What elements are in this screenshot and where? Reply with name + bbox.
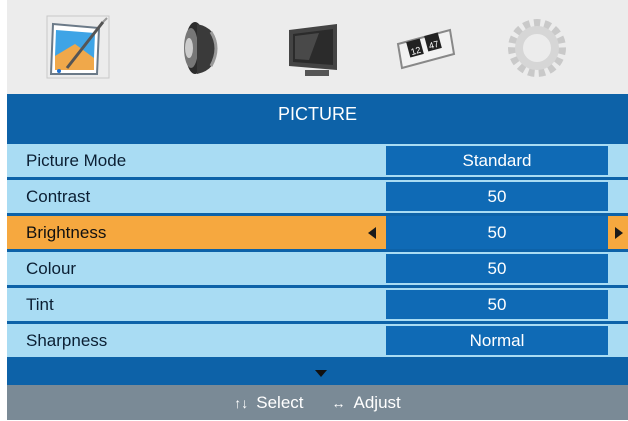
row-value[interactable]: 50 bbox=[386, 216, 608, 249]
setup-tab[interactable] bbox=[502, 14, 572, 82]
key-hint-bar: ↑↓ Select ↔ Adjust bbox=[7, 385, 628, 420]
picture-tab[interactable] bbox=[45, 14, 115, 82]
screen-tab[interactable] bbox=[279, 14, 349, 82]
row-label: Picture Mode bbox=[26, 151, 127, 170]
menu-title: PICTURE bbox=[7, 94, 628, 138]
row-value[interactable]: 50 bbox=[386, 254, 608, 283]
increase-arrow-icon[interactable] bbox=[615, 227, 623, 239]
time-tab[interactable]: 12 47 bbox=[392, 14, 462, 82]
row-value[interactable]: Standard bbox=[386, 146, 608, 175]
row-label: Tint bbox=[26, 295, 54, 314]
tv-osd-menu: 12 47 PICTURE Picture Mode Standard Cont… bbox=[7, 0, 628, 420]
sound-tab[interactable] bbox=[167, 14, 237, 82]
speaker-icon bbox=[184, 22, 218, 74]
row-label: Contrast bbox=[26, 187, 91, 206]
menu-row-contrast[interactable]: Contrast 50 bbox=[7, 180, 628, 213]
row-label: Brightness bbox=[26, 223, 107, 242]
row-value[interactable]: 50 bbox=[386, 290, 608, 319]
scroll-down-icon[interactable] bbox=[315, 370, 327, 377]
menu-row-picture-mode[interactable]: Picture Mode Standard bbox=[7, 144, 628, 177]
gear-icon bbox=[508, 19, 566, 77]
updown-arrows-icon: ↑↓ bbox=[234, 395, 249, 411]
select-hint: Select bbox=[256, 393, 304, 412]
leftright-arrows-icon: ↔ bbox=[331, 395, 346, 411]
menu-row-brightness[interactable]: Brightness 50 bbox=[7, 216, 628, 249]
menu-row-tint[interactable]: Tint 50 bbox=[7, 288, 628, 321]
menu-row-colour[interactable]: Colour 50 bbox=[7, 252, 628, 285]
row-value[interactable]: Normal bbox=[386, 326, 608, 355]
row-label: Colour bbox=[26, 259, 77, 278]
row-label: Sharpness bbox=[26, 331, 108, 350]
adjust-hint: Adjust bbox=[353, 393, 401, 412]
row-value[interactable]: 50 bbox=[386, 182, 608, 211]
decrease-arrow-icon[interactable] bbox=[368, 227, 376, 239]
menu-icon-bar: 12 47 bbox=[7, 0, 628, 94]
menu-row-sharpness[interactable]: Sharpness Normal bbox=[7, 324, 628, 357]
clock-icon: 12 47 bbox=[396, 28, 456, 70]
monitor-icon bbox=[289, 24, 337, 76]
picture-icon bbox=[46, 15, 110, 79]
